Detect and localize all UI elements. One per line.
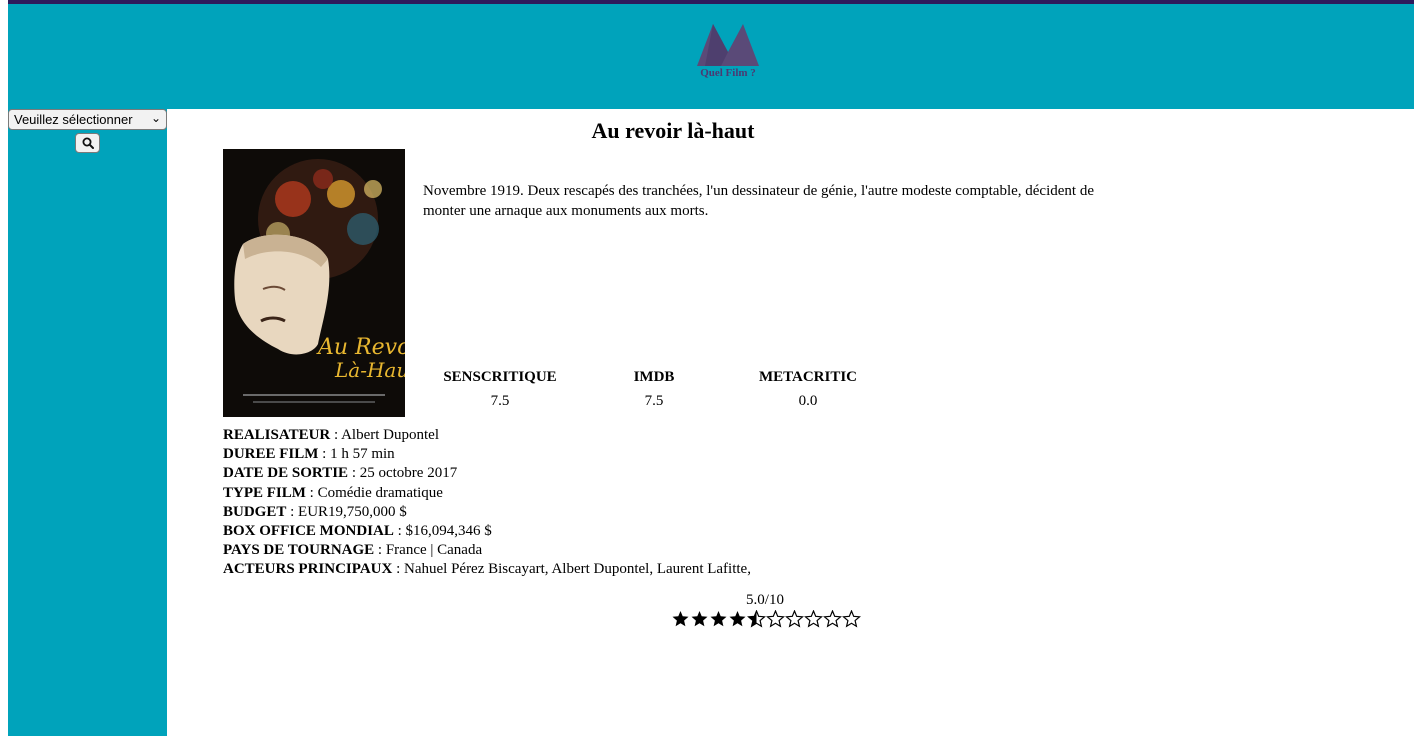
star-full-icon xyxy=(729,611,746,627)
rating-metacritic: METACRITIC 0.0 xyxy=(731,367,885,411)
rating-senscritique: SENSCRITIQUE 7.5 xyxy=(423,367,577,411)
score-text: 5.0/10 xyxy=(746,592,784,608)
detail-label: ACTEURS PRINCIPAUX xyxy=(223,561,393,578)
movie-poster: Au Revoir Là-Haut xyxy=(223,149,405,417)
rating-value: 7.5 xyxy=(644,393,664,409)
logo-mountains-icon xyxy=(697,24,759,66)
detail-label: DUREE FILM xyxy=(223,446,319,463)
movie-title: Au revoir là-haut xyxy=(591,118,755,143)
detail-value: EUR19,750,000 $ xyxy=(298,503,407,520)
detail-box-office: BOX OFFICE MONDIAL : $16,094,346 $ xyxy=(223,523,492,540)
detail-genre: TYPE FILM : Comédie dramatique xyxy=(223,484,443,501)
rating-value: 7.5 xyxy=(490,393,510,409)
site-header: Quel Film ? xyxy=(8,4,1414,109)
star-full-icon xyxy=(691,611,708,627)
movie-select-value: Veuillez sélectionner xyxy=(14,112,133,127)
detail-value: 25 octobre 2017 xyxy=(359,465,458,482)
detail-label: REALISATEUR xyxy=(223,427,331,443)
detail-label: DATE DE SORTIE xyxy=(223,465,349,482)
detail-value: France | Canada xyxy=(385,542,483,559)
detail-release-date: DATE DE SORTIE : 25 octobre 2017 xyxy=(223,465,458,482)
detail-value: $16,094,346 $ xyxy=(405,523,492,540)
poster-title-line2: Là-Haut xyxy=(334,358,405,382)
detail-budget: BUDGET : EUR19,750,000 $ xyxy=(223,503,407,520)
detail-countries: PAYS DE TOURNAGE : France | Canada xyxy=(223,542,483,559)
rating-source: SENSCRITIQUE xyxy=(443,369,557,385)
star-rating xyxy=(671,610,861,628)
star-full-icon xyxy=(710,611,727,627)
search-button[interactable] xyxy=(75,133,100,153)
movie-synopsis: Novembre 1919. Deux rescapés des tranché… xyxy=(423,183,1094,219)
movie-select[interactable]: Veuillez sélectionner ⌄ xyxy=(8,109,167,130)
site-logo[interactable]: Quel Film ? xyxy=(688,22,768,92)
logo-text: Quel Film ? xyxy=(700,67,756,79)
detail-label: PAYS DE TOURNAGE xyxy=(223,542,375,559)
detail-value: 1 h 57 min xyxy=(330,446,395,463)
detail-duration: DUREE FILM : 1 h 57 min xyxy=(223,446,395,463)
sidebar: Veuillez sélectionner ⌄ xyxy=(8,109,167,736)
rating-value: 0.0 xyxy=(798,393,818,409)
detail-value: Albert Dupontel xyxy=(341,427,439,443)
chevron-down-icon: ⌄ xyxy=(150,111,161,125)
detail-actors: ACTEURS PRINCIPAUX : Nahuel Pérez Biscay… xyxy=(223,561,751,578)
detail-director: REALISATEUR : Albert Dupontel xyxy=(223,427,439,443)
rating-source: METACRITIC xyxy=(758,369,858,385)
poster-title-line1: Au Revoir xyxy=(316,335,405,360)
detail-value: Comédie dramatique xyxy=(317,484,443,501)
movie-details-panel: Au revoir là-haut Au Revoir Là-Haut Nove… xyxy=(167,109,1414,736)
search-icon xyxy=(82,137,94,149)
detail-label: TYPE FILM xyxy=(223,484,306,501)
star-empty-icon xyxy=(804,610,823,628)
star-empty-icon xyxy=(785,610,804,628)
rating-source: IMDB xyxy=(633,369,675,385)
star-half-icon xyxy=(747,610,766,628)
star-full-icon xyxy=(672,611,689,627)
star-empty-icon xyxy=(842,610,861,628)
detail-value: Nahuel Pérez Biscayart, Albert Dupontel,… xyxy=(404,561,751,578)
star-empty-icon xyxy=(823,610,842,628)
rating-imdb: IMDB 7.5 xyxy=(577,367,731,411)
movie-details-list: REALISATEUR : Albert Dupontel DUREE FILM… xyxy=(223,426,1123,580)
star-empty-icon xyxy=(766,610,785,628)
detail-label: BUDGET xyxy=(223,503,287,520)
detail-label: BOX OFFICE MONDIAL xyxy=(223,523,394,540)
